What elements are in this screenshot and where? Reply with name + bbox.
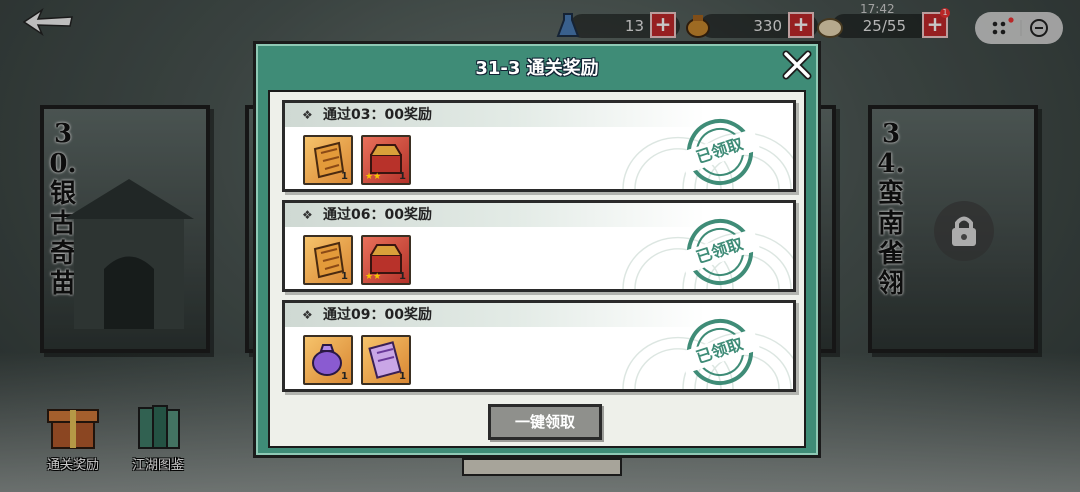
diamond-bullet-icon: ❖	[302, 208, 313, 222]
close-button[interactable]	[781, 49, 813, 81]
reward-row-heading-text: 通过03：00奖励	[323, 107, 432, 123]
claim-all-button[interactable]: 一键领取	[488, 404, 602, 440]
item-count: 1	[399, 271, 406, 282]
claimed-stamp-text: 已领取	[679, 228, 761, 274]
reward-row-heading-text: 通过09：00奖励	[323, 307, 432, 323]
reward-item-purple-scroll[interactable]: 1	[361, 335, 411, 385]
reward-item-scroll-talisman[interactable]: 1	[303, 235, 353, 285]
reward-row: ❖ 通过06：00奖励 1 ★★ 1 已领取	[282, 200, 796, 292]
item-count: 1	[399, 371, 406, 382]
close-icon	[782, 50, 812, 80]
clear-rewards-dialog: 31-3 通关奖励 ❖ 通过03：00奖励 1 ★★ 1 已领取 ❖ 通过06：…	[253, 41, 821, 458]
item-stars: ★★	[365, 272, 382, 282]
item-stars: ★★	[365, 172, 382, 182]
reward-row-heading: ❖ 通过06：00奖励	[285, 203, 705, 227]
reward-row-heading: ❖ 通过09：00奖励	[285, 303, 705, 327]
reward-item-purple-pouch[interactable]: 1	[303, 335, 353, 385]
reward-item-treasure-chest[interactable]: ★★ 1	[361, 135, 411, 185]
dialog-body: ❖ 通过03：00奖励 1 ★★ 1 已领取 ❖ 通过06：00奖励 1 ★★ …	[268, 90, 806, 448]
reward-row-heading: ❖ 通过03：00奖励	[285, 103, 705, 127]
claimed-stamp-text: 已领取	[679, 128, 761, 174]
item-count: 1	[399, 171, 406, 182]
item-count: 1	[341, 371, 348, 382]
reward-row: ❖ 通过03：00奖励 1 ★★ 1 已领取	[282, 100, 796, 192]
diamond-bullet-icon: ❖	[302, 308, 313, 322]
dialog-title: 31-3 通关奖励	[475, 58, 599, 79]
diamond-bullet-icon: ❖	[302, 108, 313, 122]
claimed-stamp-text: 已领取	[679, 328, 761, 374]
item-count: 1	[341, 171, 348, 182]
reward-item-scroll-talisman[interactable]: 1	[303, 135, 353, 185]
reward-row: ❖ 通过09：00奖励 1 1 已领取	[282, 300, 796, 392]
reward-row-heading-text: 通过06：00奖励	[323, 207, 432, 223]
reward-item-treasure-chest[interactable]: ★★ 1	[361, 235, 411, 285]
item-count: 1	[341, 271, 348, 282]
